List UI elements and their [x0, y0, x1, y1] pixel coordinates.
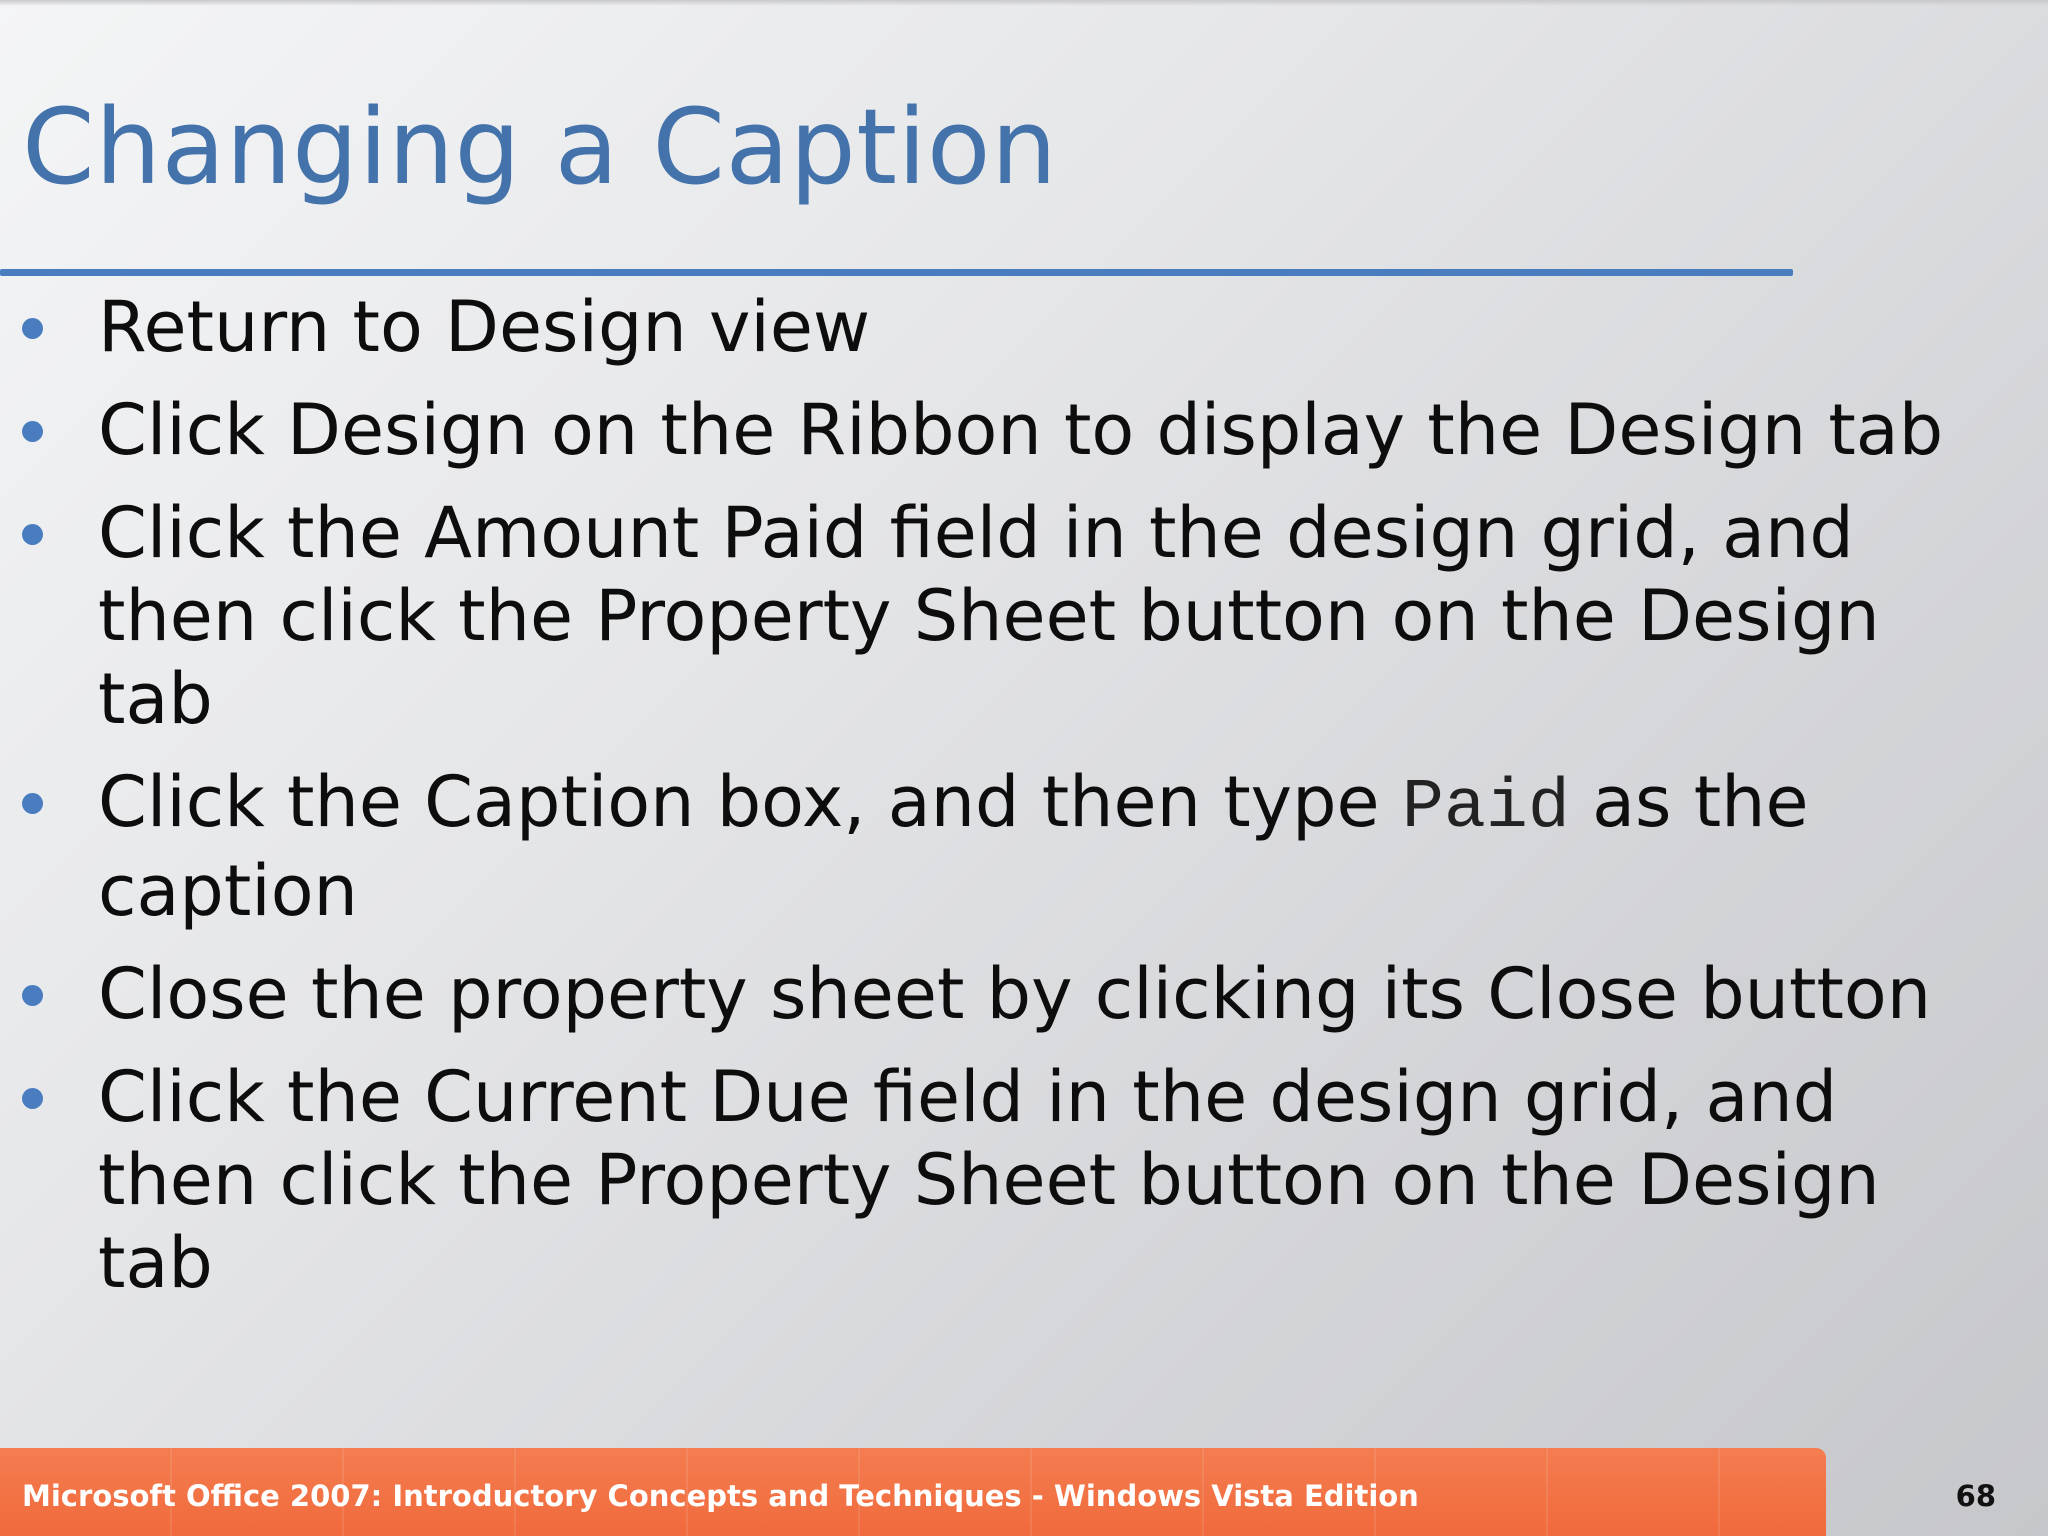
bullet-item-4: Click the Caption box, and then type Pai… [0, 761, 1960, 933]
page-number: 68 [1955, 1479, 1996, 1513]
bullet-text: Close the property sheet by clicking its… [98, 953, 1932, 1035]
footer-text: Microsoft Office 2007: Introductory Conc… [22, 1479, 1419, 1513]
bullet-dot-icon [22, 421, 43, 442]
bullet-item-3: Click the Amount Paid field in the desig… [0, 492, 1960, 741]
bullet-item-1: Return to Design view [0, 286, 1960, 369]
bullet-dot-icon [22, 793, 43, 814]
bullet-dot-icon [22, 985, 43, 1006]
bullet-text: Click the Current Due field in the desig… [98, 1056, 1880, 1304]
bullet-dot-icon [22, 524, 43, 545]
bullet-text-before: Click the Caption box, and then type [98, 761, 1402, 843]
bullet-text: Return to Design view [98, 286, 871, 368]
bullet-list: Return to Design view Click Design on th… [0, 286, 1960, 1325]
bullet-item-5: Close the property sheet by clicking its… [0, 953, 1960, 1036]
bullet-text: Click Design on the Ribbon to display th… [98, 389, 1944, 471]
top-edge [0, 0, 2048, 6]
slide-title: Changing a Caption [22, 86, 1058, 208]
title-divider [0, 269, 1793, 276]
bullet-dot-icon [22, 1088, 43, 1109]
code-text: Paid [1401, 769, 1570, 848]
bullet-item-2: Click Design on the Ribbon to display th… [0, 389, 1960, 472]
bullet-dot-icon [22, 318, 43, 339]
bullet-text: Click the Amount Paid field in the desig… [98, 492, 1880, 740]
bullet-item-6: Click the Current Due field in the desig… [0, 1056, 1960, 1305]
